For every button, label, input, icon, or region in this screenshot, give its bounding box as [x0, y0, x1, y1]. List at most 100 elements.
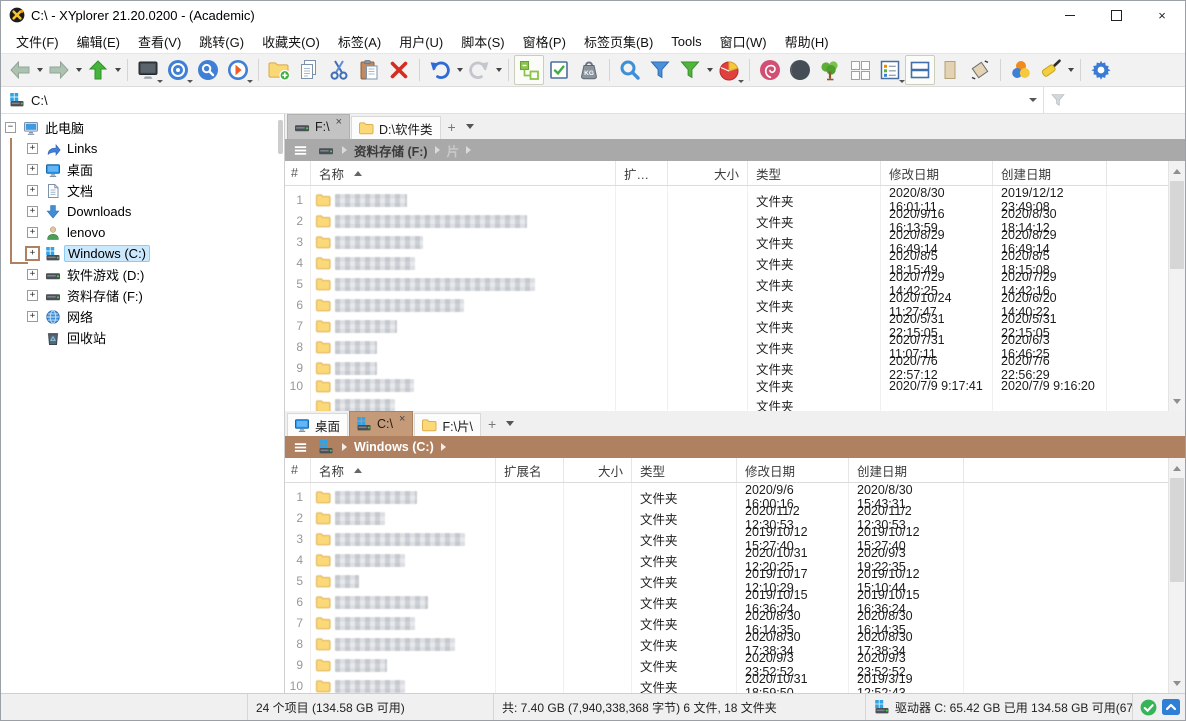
vertical-scrollbar[interactable] [1168, 458, 1185, 693]
sidebar-item-windows-c-[interactable]: +Windows (C:) [1, 243, 284, 264]
column-header-created[interactable]: 创建日期 [993, 161, 1107, 185]
file-row[interactable]: 10文件夹2020/7/9 9:17:412020/7/9 9:16:20 [285, 375, 1185, 396]
column-header-index[interactable]: # [285, 161, 311, 185]
file-row[interactable]: 9文件夹2020/9/3 23:52:522020/9/3 23:52:52 [285, 651, 1185, 672]
back-dropdown-button[interactable] [35, 56, 44, 84]
menu-item-5[interactable]: 标签(A) [329, 29, 390, 54]
rotate-panes-button[interactable] [965, 55, 995, 85]
file-row[interactable]: 8文件夹2020/8/30 17:38:342020/8/30 17:38:34 [285, 630, 1185, 651]
menu-item-9[interactable]: 标签页集(B) [575, 29, 662, 54]
scroll-down-button[interactable] [1169, 393, 1185, 409]
tab-0[interactable]: F:\× [287, 114, 350, 139]
tree-toggle-button[interactable] [514, 55, 544, 85]
file-row[interactable]: 5文件夹2020/7/29 14:42:252020/7/29 14:42:16 [285, 270, 1185, 291]
sidebar-item--[interactable]: +文档 [1, 180, 284, 201]
breadcrumb-segment[interactable]: 资料存储 (F:) [350, 141, 432, 160]
go-desktop-button[interactable] [133, 55, 163, 85]
breadcrumb-segment[interactable]: 片 [443, 141, 464, 160]
tab-0[interactable]: 桌面 [287, 413, 348, 436]
tree-expand-toggle[interactable]: + [27, 269, 38, 280]
go-to-button[interactable] [223, 55, 253, 85]
tab-1[interactable]: D:\软件类 [351, 116, 440, 139]
menu-item-10[interactable]: Tools [662, 31, 710, 52]
column-header-name[interactable]: 名称 [311, 458, 496, 482]
visual-filter-button[interactable] [675, 55, 705, 85]
column-header-ext[interactable]: 扩… [616, 161, 668, 185]
expand-statusbar-button[interactable] [1162, 699, 1180, 715]
file-row[interactable]: 3文件夹2020/8/29 16:49:142020/8/29 16:49:14 [285, 228, 1185, 249]
forward-button[interactable] [44, 55, 74, 85]
redo-button[interactable] [464, 55, 494, 85]
tab-2[interactable]: F:\片\ [414, 413, 481, 436]
tree-expand-toggle[interactable]: + [27, 227, 38, 238]
scroll-up-button[interactable] [1169, 460, 1185, 476]
close-button[interactable]: × [1139, 1, 1185, 29]
tree-expand-toggle[interactable]: + [27, 185, 38, 196]
sidebar-item--f-[interactable]: +资料存储 (F:) [1, 285, 284, 306]
tree-expand-toggle[interactable]: + [27, 206, 38, 217]
details-view-button[interactable] [875, 55, 905, 85]
tree-expand-toggle[interactable]: + [27, 311, 38, 322]
spot-search-button[interactable] [755, 55, 785, 85]
statistics-button[interactable] [714, 55, 744, 85]
file-row[interactable]: 文件夹 [285, 396, 1185, 411]
menu-item-8[interactable]: 窗格(P) [514, 29, 575, 54]
menu-item-6[interactable]: 用户(U) [390, 29, 452, 54]
column-header-type[interactable]: 类型 [748, 161, 881, 185]
undo-button[interactable] [425, 55, 455, 85]
cut-button[interactable] [324, 55, 354, 85]
scroll-down-button[interactable] [1169, 675, 1185, 691]
column-header-ext[interactable]: 扩展名 [496, 458, 564, 482]
scroll-up-button[interactable] [1169, 163, 1185, 179]
tab-close-icon[interactable]: × [399, 412, 405, 426]
sidebar-item-downloads[interactable]: +Downloads [1, 201, 284, 222]
file-row[interactable]: 6文件夹2020/10/24 11:27:472020/6/20 14:40:2… [285, 291, 1185, 312]
file-row[interactable]: 4文件夹2020/8/5 18:15:492020/8/5 18:15:08 [285, 249, 1185, 270]
file-row[interactable]: 6文件夹2019/10/15 16:36:242019/10/15 16:36:… [285, 588, 1185, 609]
up-button[interactable] [83, 55, 113, 85]
file-row[interactable]: 9文件夹2020/7/6 22:57:122020/7/6 22:56:29 [285, 354, 1185, 375]
file-row[interactable]: 5文件夹2019/10/17 12:10:292019/10/12 15:10:… [285, 567, 1185, 588]
file-row[interactable]: 4文件夹2020/10/31 12:20:252020/9/3 19:22:35 [285, 546, 1185, 567]
sidebar-item--[interactable]: +桌面 [1, 159, 284, 180]
file-row[interactable]: 7文件夹2020/5/31 22:15:052020/5/31 22:15:05 [285, 312, 1185, 333]
column-header-size[interactable]: 大小 [564, 458, 632, 482]
file-row[interactable]: 10文件夹2020/10/31 18:59:502019/3/19 12:52:… [285, 672, 1185, 693]
column-header-index[interactable]: # [285, 458, 311, 482]
file-row[interactable]: 8文件夹2020/7/31 11:07:112020/6/3 16:46:25 [285, 333, 1185, 354]
file-row[interactable]: 2文件夹2020/11/2 12:30:532020/11/2 12:30:53 [285, 504, 1185, 525]
menu-item-7[interactable]: 脚本(S) [452, 29, 513, 54]
tab-close-icon[interactable]: × [336, 115, 342, 129]
file-row[interactable]: 1文件夹2020/9/6 16:00:162020/8/30 15:43:31 [285, 483, 1185, 504]
paste-button[interactable] [354, 55, 384, 85]
column-header-name[interactable]: 名称 [311, 161, 616, 185]
sidebar-item-links[interactable]: +Links [1, 138, 284, 159]
tree-scrollbar-thumb[interactable] [278, 120, 283, 154]
color-filters-button[interactable] [1006, 55, 1036, 85]
sidebar-item--d-[interactable]: +软件游戏 (D:) [1, 264, 284, 285]
tree-expand-toggle[interactable]: − [5, 122, 16, 133]
sidebar-item--[interactable]: +网络 [1, 306, 284, 327]
column-header-type[interactable]: 类型 [632, 458, 737, 482]
menu-item-4[interactable]: 收藏夹(O) [253, 29, 329, 54]
menu-item-11[interactable]: 窗口(W) [711, 29, 776, 54]
menu-item-0[interactable]: 文件(F) [7, 29, 68, 54]
new-folder-button[interactable] [264, 55, 294, 85]
delete-button[interactable] [384, 55, 414, 85]
dark-mode-button[interactable] [785, 55, 815, 85]
file-row[interactable]: 3文件夹2019/10/12 15:27:402019/10/12 15:27:… [285, 525, 1185, 546]
menu-item-3[interactable]: 跳转(G) [190, 29, 253, 54]
forward-dropdown-button[interactable] [74, 56, 83, 84]
column-header-modified[interactable]: 修改日期 [881, 161, 993, 185]
minimize-button[interactable] [1047, 1, 1093, 29]
tab-list-dropdown-button[interactable] [462, 124, 478, 129]
filter-input[interactable] [1044, 87, 1185, 113]
search-button[interactable] [615, 55, 645, 85]
menu-item-2[interactable]: 查看(V) [129, 29, 190, 54]
up-dropdown-button[interactable] [113, 56, 122, 84]
hamburger-icon[interactable] [293, 143, 308, 158]
scrollbar-thumb[interactable] [1170, 181, 1184, 269]
tree-expand-toggle[interactable]: + [27, 290, 38, 301]
visual-filter-dropdown-button[interactable] [705, 56, 714, 84]
menu-item-12[interactable]: 帮助(H) [776, 29, 838, 54]
